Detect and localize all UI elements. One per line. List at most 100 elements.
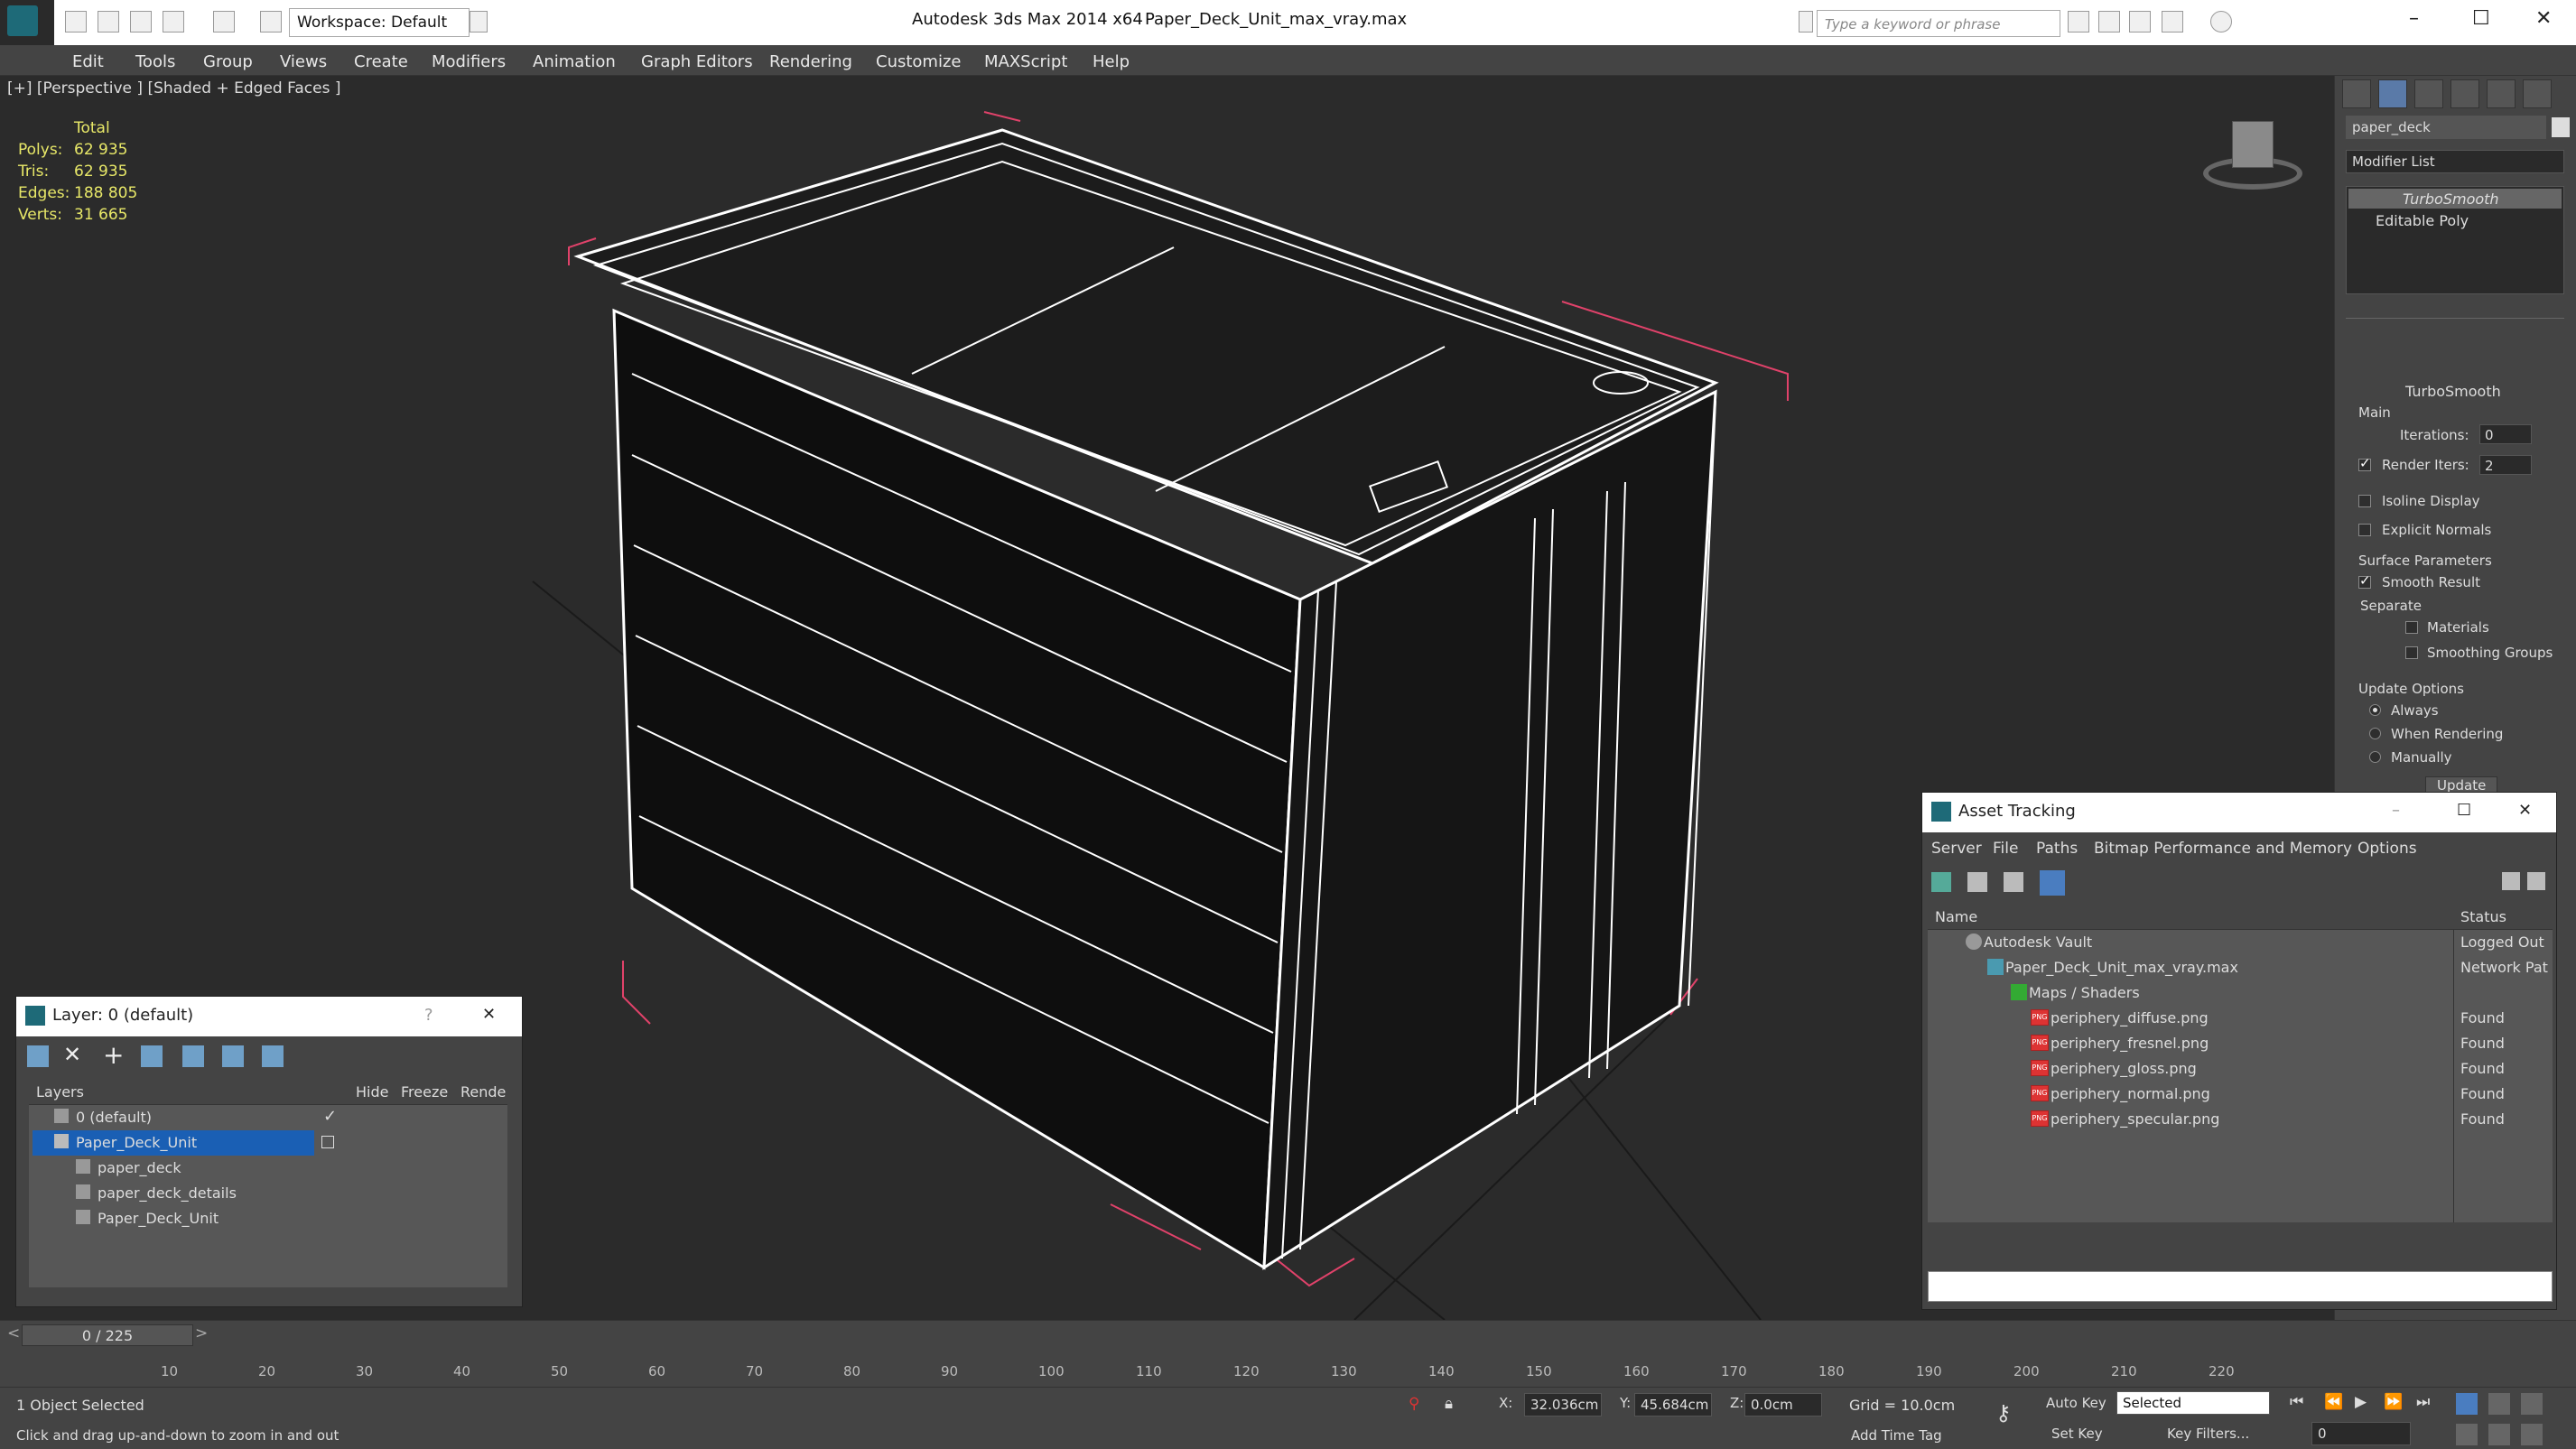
modify-tab-icon[interactable]: [2378, 79, 2407, 108]
active-layer-check-icon[interactable]: ✓: [323, 1107, 337, 1126]
layer-row[interactable]: paper_deck_details: [29, 1181, 507, 1206]
iterations-spinner[interactable]: 0: [2479, 424, 2532, 444]
explicit-normals-checkbox[interactable]: [2358, 524, 2371, 536]
add-time-tag[interactable]: Add Time Tag: [1851, 1427, 1942, 1444]
asset-menu-options[interactable]: Options: [2357, 840, 2417, 858]
menu-graph-editors[interactable]: Graph Editors: [641, 52, 753, 71]
viewcube-icon[interactable]: [2203, 121, 2302, 193]
menu-create[interactable]: Create: [354, 52, 408, 71]
menu-tools[interactable]: Tools: [135, 52, 175, 71]
communication-icon[interactable]: [2129, 11, 2151, 33]
asset-menu-file[interactable]: File: [1993, 840, 2018, 858]
layer-row[interactable]: paper_deck: [29, 1156, 507, 1181]
col-layers[interactable]: Layers: [36, 1083, 84, 1101]
refresh-icon[interactable]: [1931, 872, 1951, 892]
time-prev-icon[interactable]: <: [7, 1324, 20, 1342]
asset-row[interactable]: PNG periphery_fresnel.png Found: [1928, 1031, 2553, 1056]
go-to-end-icon[interactable]: ⏭: [2416, 1393, 2430, 1411]
when-rendering-radio[interactable]: [2369, 728, 2381, 739]
isolate-icon[interactable]: ⚲: [1409, 1395, 1419, 1413]
time-next-icon[interactable]: >: [195, 1324, 208, 1342]
workspace-arrow-icon[interactable]: [470, 11, 488, 33]
table-view-icon[interactable]: [2040, 870, 2065, 896]
asset-row[interactable]: PNG periphery_gloss.png Found: [1928, 1056, 2553, 1082]
subscription-icon[interactable]: [2098, 11, 2120, 33]
menu-views[interactable]: Views: [280, 52, 327, 71]
zoom-all-icon[interactable]: [2488, 1393, 2510, 1415]
col-freeze[interactable]: Freeze: [401, 1083, 448, 1101]
new-layer-icon[interactable]: [27, 1045, 49, 1067]
x-field[interactable]: 32.036cm: [1524, 1393, 1602, 1416]
tree-view-icon[interactable]: [2004, 872, 2023, 892]
smooth-result-checkbox[interactable]: [2358, 572, 2371, 589]
render-iters-checkbox[interactable]: [2358, 455, 2371, 471]
col-hide[interactable]: Hide: [356, 1083, 388, 1101]
time-slider[interactable]: < 0 / 225 >: [0, 1320, 2576, 1351]
menu-help[interactable]: Help: [1093, 52, 1130, 71]
settings-icon[interactable]: [2527, 872, 2545, 890]
col-status[interactable]: Status: [2460, 908, 2506, 925]
menu-rendering[interactable]: Rendering: [769, 52, 852, 71]
asset-row[interactable]: Paper_Deck_Unit_max_vray.max Network Pat: [1928, 955, 2553, 980]
layer-close-icon[interactable]: ✕: [482, 1005, 496, 1024]
active-layer-box-icon[interactable]: [321, 1136, 334, 1148]
orbit-icon[interactable]: [2488, 1424, 2510, 1445]
object-name-field[interactable]: paper_deck: [2346, 116, 2546, 139]
menu-customize[interactable]: Customize: [876, 52, 961, 71]
delete-layer-icon[interactable]: ✕: [63, 1042, 81, 1067]
asset-row[interactable]: PNG periphery_diffuse.png Found: [1928, 1006, 2553, 1031]
help-icon[interactable]: [2210, 11, 2232, 33]
go-to-start-icon[interactable]: ⏮: [2290, 1393, 2303, 1411]
menu-animation[interactable]: Animation: [533, 52, 616, 71]
menu-maxscript[interactable]: MAXScript: [984, 52, 1067, 71]
zoom-extents-icon[interactable]: [2521, 1393, 2543, 1415]
asset-row[interactable]: PNG periphery_normal.png Found: [1928, 1082, 2553, 1107]
asset-row[interactable]: Maps / Shaders: [1928, 980, 2553, 1006]
asset-menu-server[interactable]: Server: [1931, 840, 1982, 858]
create-tab-icon[interactable]: [2342, 79, 2371, 108]
hierarchy-tab-icon[interactable]: [2414, 79, 2443, 108]
add-selected-icon[interactable]: +: [103, 1040, 124, 1070]
asset-maximize-icon[interactable]: ☐: [2457, 801, 2471, 820]
app-menu-button[interactable]: [0, 0, 54, 45]
stack-item-turbosmooth[interactable]: TurboSmooth: [2348, 189, 2562, 209]
always-radio[interactable]: [2369, 704, 2381, 716]
motion-tab-icon[interactable]: [2450, 79, 2479, 108]
auto-key-button[interactable]: Auto Key: [2046, 1395, 2106, 1411]
time-slider-thumb[interactable]: 0 / 225: [22, 1324, 193, 1346]
new-icon[interactable]: [65, 11, 87, 33]
key-filters-button[interactable]: Key Filters...: [2167, 1426, 2249, 1442]
pan-icon[interactable]: [2456, 1424, 2478, 1445]
layer-window-titlebar[interactable]: Layer: 0 (default) ? ✕: [16, 997, 522, 1036]
render-iters-spinner[interactable]: 2: [2479, 455, 2532, 475]
menu-group[interactable]: Group: [203, 52, 253, 71]
asset-window-titlebar[interactable]: Asset Tracking – ☐ ✕: [1922, 793, 2556, 832]
utilities-tab-icon[interactable]: [2523, 79, 2552, 108]
selection-set-dropdown[interactable]: Selected: [2116, 1391, 2270, 1415]
asset-row[interactable]: PNG periphery_specular.png Found: [1928, 1107, 2553, 1132]
asset-menu-bitmap[interactable]: Bitmap Performance and Memory: [2094, 840, 2352, 858]
y-field[interactable]: 45.684cm: [1634, 1393, 1712, 1416]
search-input[interactable]: Type a keyword or phrase: [1817, 10, 2060, 37]
track-bar[interactable]: 10 20 30 40 50 60 70 80 90 100 110 120 130 140 150 160 1…: [0, 1351, 2576, 1387]
display-tab-icon[interactable]: [2487, 79, 2516, 108]
search-expand-icon[interactable]: [1799, 11, 1813, 33]
manually-radio[interactable]: [2369, 751, 2381, 763]
asset-path-field[interactable]: [1928, 1271, 2553, 1302]
workspace-dropdown[interactable]: Workspace: Default: [289, 8, 470, 37]
current-frame-field[interactable]: 0: [2311, 1422, 2411, 1445]
turbosmooth-rollout-title[interactable]: TurboSmooth: [2405, 383, 2501, 400]
key-icon[interactable]: ⚷: [1995, 1400, 2012, 1426]
smoothing-groups-checkbox[interactable]: [2405, 646, 2418, 659]
lock-icon[interactable]: 🔒︎: [1445, 1395, 1453, 1413]
stack-item-editable-poly[interactable]: Editable Poly: [2348, 210, 2562, 230]
highlight-layer-icon[interactable]: [182, 1045, 204, 1067]
undo-icon[interactable]: [163, 11, 184, 33]
play-icon[interactable]: ▶: [2355, 1393, 2367, 1411]
binoculars-icon[interactable]: [2068, 11, 2089, 33]
project-icon[interactable]: [260, 11, 282, 33]
zoom-icon[interactable]: [2456, 1393, 2478, 1415]
layer-help-button[interactable]: ?: [424, 1006, 433, 1025]
asset-menu-paths[interactable]: Paths: [2036, 840, 2078, 858]
viewport-label[interactable]: [+] [Perspective ] [Shaded + Edged Faces…: [7, 79, 340, 98]
